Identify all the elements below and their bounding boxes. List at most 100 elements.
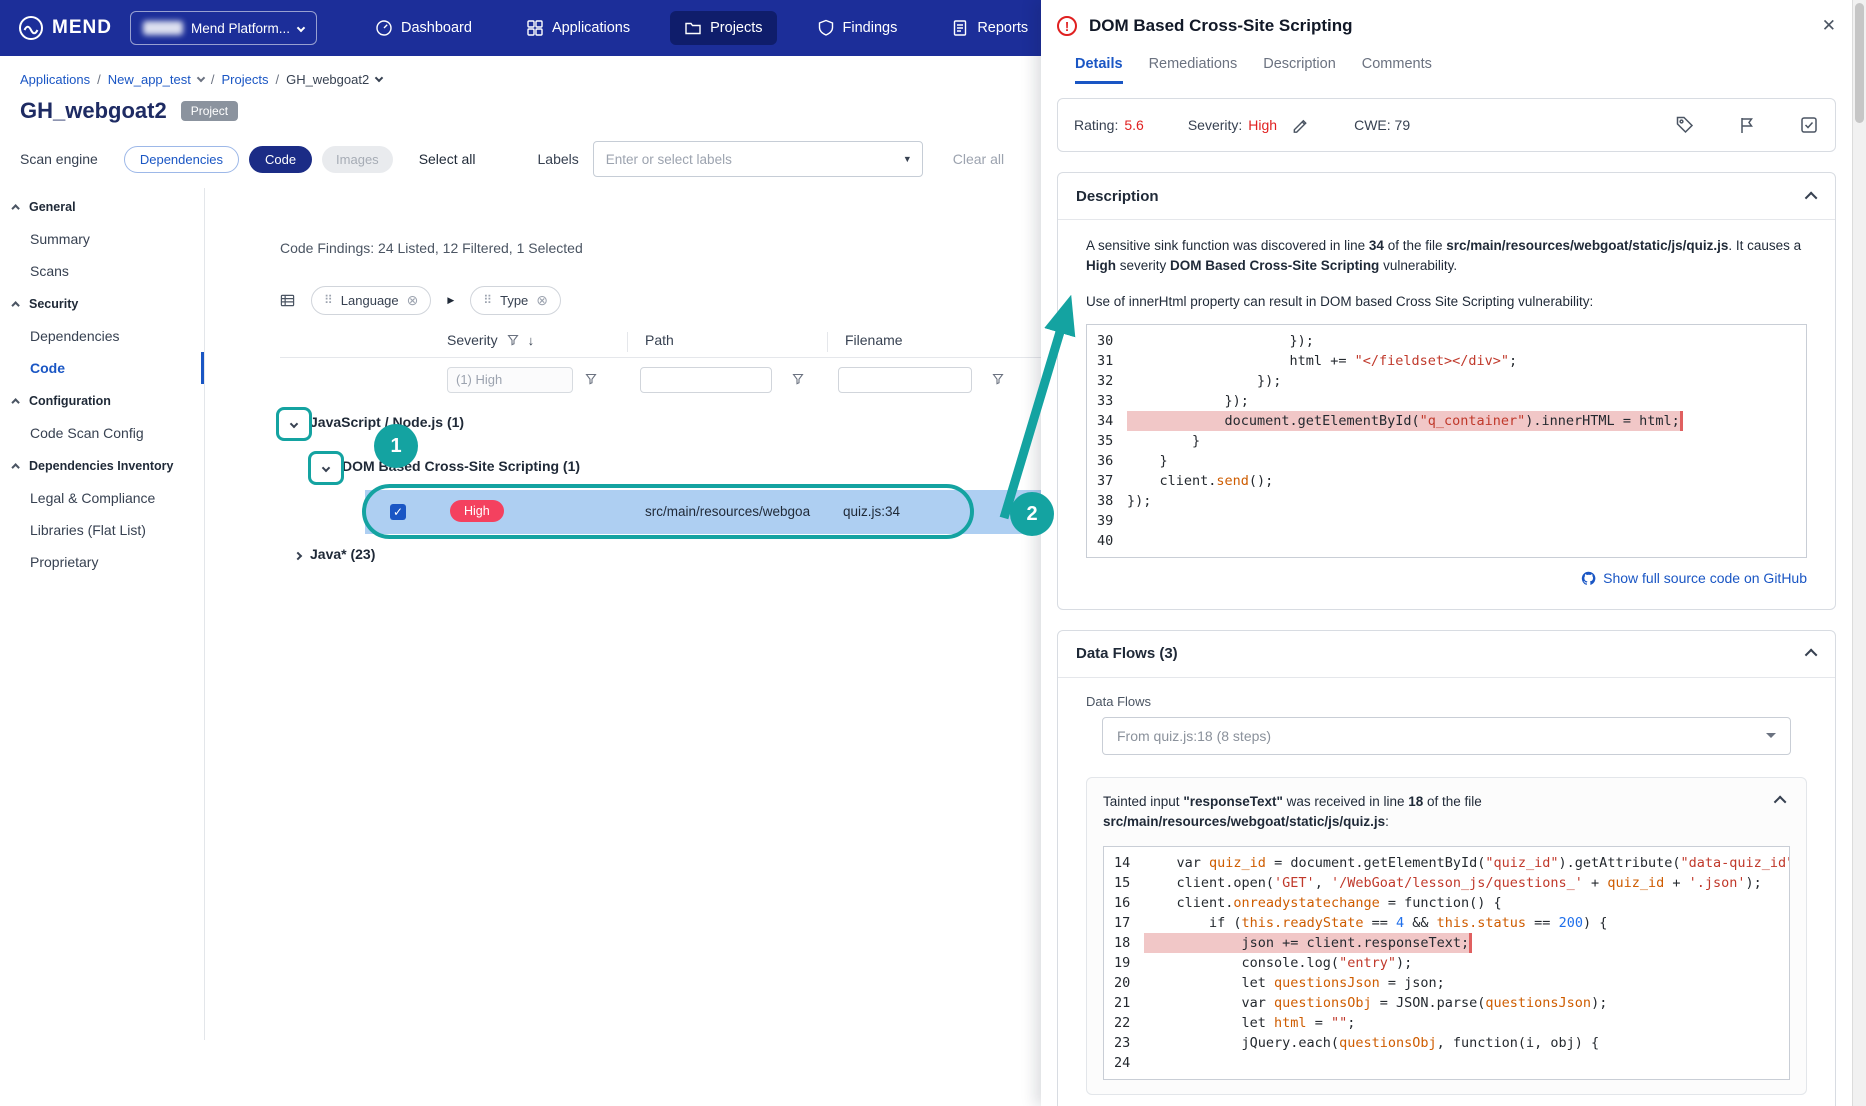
review-checkbox-icon[interactable] bbox=[1799, 115, 1819, 135]
sidebar-section-general[interactable]: General bbox=[0, 190, 204, 223]
sidebar-section-security[interactable]: Security bbox=[0, 287, 204, 320]
column-header-filename[interactable]: Filename bbox=[845, 332, 903, 348]
filter-funnel-icon[interactable] bbox=[992, 373, 1004, 385]
close-panel-button[interactable]: ✕ bbox=[1822, 16, 1836, 36]
filter-funnel-icon[interactable] bbox=[792, 373, 804, 385]
remove-chip-icon[interactable]: ⊗ bbox=[407, 292, 419, 309]
filename-cell: quiz.js:34 bbox=[843, 504, 901, 519]
table-filter-row: (1) High bbox=[280, 358, 1041, 402]
scan-engine-images-toggle[interactable]: Images bbox=[322, 145, 393, 173]
groupby-chip-type[interactable]: ⠿ Type ⊗ bbox=[470, 285, 562, 315]
filename-filter-input[interactable] bbox=[838, 367, 972, 393]
sidebar-section-configuration[interactable]: Configuration bbox=[0, 384, 204, 417]
breadcrumb-current: GH_webgoat2 bbox=[286, 71, 370, 87]
dropdown-caret-icon[interactable]: ▼ bbox=[903, 154, 912, 164]
description-card-header: Description bbox=[1058, 173, 1835, 219]
rating-value: 5.6 bbox=[1124, 117, 1144, 133]
sidebar-item-summary[interactable]: Summary bbox=[0, 223, 204, 255]
collapse-section-icon[interactable] bbox=[1804, 648, 1818, 662]
clear-all-link[interactable]: Clear all bbox=[953, 151, 1004, 167]
severity-filter-value[interactable]: (1) High bbox=[447, 367, 573, 393]
chevron-down-icon[interactable] bbox=[374, 73, 384, 82]
scan-engine-bar: Scan engine Dependencies Code Images Sel… bbox=[0, 140, 1041, 178]
brand-name: MEND bbox=[52, 17, 112, 38]
collapse-group-button[interactable] bbox=[282, 412, 306, 436]
nav-item-projects[interactable]: Projects bbox=[670, 11, 777, 45]
redacted-org-name bbox=[142, 21, 183, 35]
data-flow-select[interactable]: From quiz.js:18 (8 steps) bbox=[1102, 716, 1791, 755]
table-settings-icon[interactable] bbox=[280, 293, 295, 308]
sidebar-section-title: Dependencies Inventory bbox=[29, 459, 174, 473]
tab-description[interactable]: Description bbox=[1263, 56, 1336, 84]
nav-item-dashboard[interactable]: Dashboard bbox=[361, 11, 486, 45]
select-all-link[interactable]: Select all bbox=[419, 151, 476, 167]
tab-remediations[interactable]: Remediations bbox=[1149, 56, 1238, 84]
data-flow-code-block: 14 var quiz_id = document.getElementById… bbox=[1103, 845, 1790, 1080]
column-header-path[interactable]: Path bbox=[645, 332, 674, 348]
sidebar-item-code[interactable]: Code bbox=[0, 352, 204, 384]
sidebar-item-code-scan-config[interactable]: Code Scan Config bbox=[0, 417, 204, 449]
remove-chip-icon[interactable]: ⊗ bbox=[536, 292, 548, 309]
description-note: Use of innerHtml property can result in … bbox=[1086, 294, 1594, 309]
page-scrollbar[interactable] bbox=[1852, 0, 1866, 1106]
breadcrumb-separator: / bbox=[275, 71, 280, 87]
filter-funnel-icon bbox=[506, 334, 519, 346]
page-scrollbar-thumb[interactable] bbox=[1855, 3, 1864, 123]
sidebar-item-scans[interactable]: Scans bbox=[0, 255, 204, 287]
data-flow-step-card: Tainted input "responseText" was receive… bbox=[1086, 776, 1807, 1095]
main-page: Applications / New_app_test / Projects /… bbox=[0, 56, 1041, 1106]
sidebar-section-title: Configuration bbox=[29, 394, 111, 408]
sidebar-section-title: Security bbox=[29, 297, 79, 311]
chevron-down-icon[interactable] bbox=[196, 73, 206, 82]
panel-header: ! DOM Based Cross-Site Scripting ✕ bbox=[1041, 0, 1852, 52]
nav-item-label: Reports bbox=[977, 20, 1029, 36]
groupby-chip-language[interactable]: ⠿ Language ⊗ bbox=[311, 285, 432, 315]
sidebar-item-legal-compliance[interactable]: Legal & Compliance bbox=[0, 482, 204, 514]
filter-funnel-icon[interactable] bbox=[585, 373, 597, 385]
breadcrumb-link-projects[interactable]: Projects bbox=[221, 72, 268, 87]
column-header-severity[interactable]: Severity ↓ bbox=[447, 332, 534, 348]
row-checkbox[interactable]: ✓ bbox=[390, 504, 406, 520]
breadcrumb-separator: / bbox=[210, 71, 215, 87]
labels-input-wrap: ▼ bbox=[592, 141, 923, 177]
title-row: GH_webgoat2 Project bbox=[0, 96, 1041, 126]
findings-content: Code Findings: 24 Listed, 12 Filtered, 1… bbox=[205, 188, 1041, 1040]
rating-label: Rating: bbox=[1074, 117, 1119, 133]
edit-severity-icon[interactable] bbox=[1291, 116, 1310, 135]
nav-item-applications[interactable]: Applications bbox=[512, 11, 644, 45]
sidebar-section-dependencies-inventory[interactable]: Dependencies Inventory bbox=[0, 449, 204, 482]
path-filter-input[interactable] bbox=[640, 367, 772, 393]
sidebar-item-libraries-flat-list[interactable]: Libraries (Flat List) bbox=[0, 514, 204, 546]
mend-logo[interactable]: MEND bbox=[18, 15, 112, 41]
org-selector-dropdown[interactable]: Mend Platform... bbox=[129, 11, 317, 45]
arrow-right-icon: ▶ bbox=[447, 294, 455, 305]
nav-item-reports[interactable]: Reports bbox=[937, 11, 1042, 45]
scan-engine-dependencies-toggle[interactable]: Dependencies bbox=[123, 145, 239, 173]
breadcrumb-link-applications[interactable]: Applications bbox=[20, 72, 90, 87]
breadcrumb-link-new-app-test[interactable]: New_app_test bbox=[108, 72, 191, 87]
labels-input[interactable] bbox=[592, 141, 923, 177]
sidebar-item-proprietary[interactable]: Proprietary bbox=[0, 546, 204, 578]
sort-descending-icon[interactable]: ↓ bbox=[528, 333, 535, 348]
github-source-link[interactable]: Show full source code on GitHub bbox=[1581, 570, 1807, 586]
collapse-section-icon[interactable] bbox=[1804, 191, 1818, 204]
table-header: Severity ↓ Path Filename bbox=[280, 326, 1041, 358]
expand-group-button[interactable] bbox=[286, 544, 310, 568]
projects-folder-icon bbox=[684, 19, 702, 37]
column-label: Path bbox=[645, 332, 674, 348]
sidebar-item-dependencies[interactable]: Dependencies bbox=[0, 320, 204, 352]
scan-engine-code-toggle[interactable]: Code bbox=[248, 145, 313, 173]
finding-meta-bar: Rating: 5.6 Severity: High CWE: 79 bbox=[1057, 98, 1836, 152]
column-divider bbox=[827, 332, 828, 352]
tab-details[interactable]: Details bbox=[1075, 56, 1123, 84]
table-toolbar: ⠿ Language ⊗ ▶ ⠿ Type ⊗ bbox=[280, 284, 1041, 316]
column-label: Severity bbox=[447, 332, 498, 348]
tab-comments[interactable]: Comments bbox=[1362, 56, 1432, 84]
collapse-group-button[interactable] bbox=[314, 456, 338, 480]
tag-icon[interactable] bbox=[1675, 115, 1695, 135]
nav-item-label: Projects bbox=[710, 20, 763, 36]
finding-row-quizjs[interactable]: ✓ High src/main/resources/webgoa quiz.js… bbox=[280, 490, 1041, 534]
dashboard-icon bbox=[375, 19, 393, 37]
nav-item-findings[interactable]: Findings bbox=[803, 11, 912, 45]
flag-icon[interactable] bbox=[1737, 115, 1757, 135]
